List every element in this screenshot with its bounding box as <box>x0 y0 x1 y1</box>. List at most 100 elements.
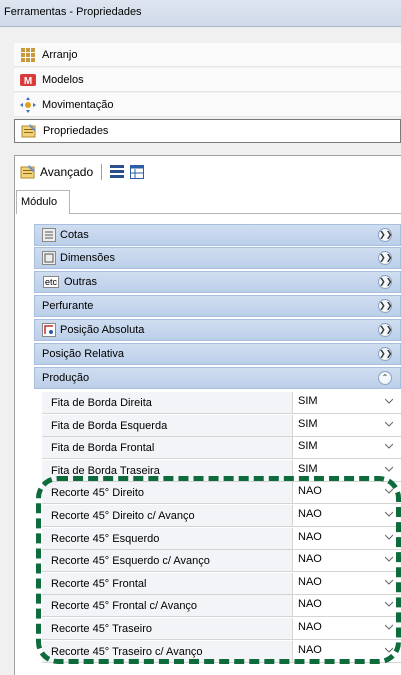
property-row[interactable]: Recorte 45° Frontal NAO <box>42 573 401 595</box>
expand-chevron-icon[interactable]: ❯❯ <box>378 275 392 289</box>
advanced-button[interactable]: Avançado <box>14 165 93 179</box>
expand-chevron-icon[interactable]: ❯❯ <box>378 251 392 265</box>
nav-item-arranjo[interactable]: Arranjo <box>14 43 401 67</box>
chevron-down-icon[interactable] <box>385 533 393 541</box>
categorized-view-icon[interactable] <box>110 165 125 179</box>
property-label: Fita de Borda Direita <box>51 397 152 409</box>
models-icon: M <box>20 72 36 88</box>
category-label: Posição Relativa <box>42 348 124 360</box>
property-value: NAO <box>298 598 322 610</box>
dimensions-ruler-icon <box>42 228 56 242</box>
chevron-down-icon[interactable] <box>385 646 393 654</box>
tab-divider <box>70 213 401 214</box>
expand-chevron-icon[interactable]: ❯❯ <box>378 323 392 337</box>
property-row[interactable]: Recorte 45° Esquerdo c/ Avanço NAO <box>42 550 401 572</box>
property-label: Recorte 45° Frontal c/ Avanço <box>51 600 198 612</box>
category-dimensoes[interactable]: Dimensões ❯❯ <box>34 247 401 269</box>
property-value-dropdown[interactable]: NAO <box>292 505 401 526</box>
chevron-down-icon[interactable] <box>385 420 393 428</box>
category-cotas[interactable]: Cotas ❯❯ <box>34 224 401 246</box>
property-row[interactable]: Recorte 45° Traseiro NAO <box>42 618 401 640</box>
property-value: SIM <box>298 440 318 452</box>
property-value: NAO <box>298 621 322 633</box>
property-value-dropdown[interactable]: SIM <box>292 460 401 481</box>
property-value-dropdown[interactable]: NAO <box>292 550 401 571</box>
property-value: NAO <box>298 644 322 656</box>
property-value-dropdown[interactable]: NAO <box>292 618 401 639</box>
property-value-dropdown[interactable]: NAO <box>292 641 401 662</box>
property-value-dropdown[interactable]: NAO <box>292 528 401 549</box>
property-value-dropdown[interactable]: SIM <box>292 415 401 436</box>
expand-chevron-icon[interactable]: ❯❯ <box>378 228 392 242</box>
property-value: NAO <box>298 576 322 588</box>
property-value: SIM <box>298 463 318 475</box>
window-title-bar: Ferramentas - Propriedades <box>0 0 401 27</box>
position-icon <box>42 323 56 337</box>
chevron-down-icon[interactable] <box>385 600 393 608</box>
property-row[interactable]: Recorte 45° Traseiro c/ Avanço NAO <box>42 641 401 663</box>
property-label: Fita de Borda Esquerda <box>51 420 168 432</box>
category-perfurante[interactable]: Perfurante ❯❯ <box>34 295 401 317</box>
property-value: NAO <box>298 531 322 543</box>
collapse-chevron-icon[interactable]: ⌃ <box>378 371 392 385</box>
property-label: Fita de Borda Frontal <box>51 442 155 454</box>
property-label: Recorte 45° Traseiro c/ Avanço <box>51 646 203 658</box>
tab-label: Módulo <box>21 196 58 208</box>
properties-icon <box>20 165 36 179</box>
alphabetical-view-icon[interactable] <box>130 165 145 179</box>
expand-chevron-icon[interactable]: ❯❯ <box>378 299 392 313</box>
tab-strip: Módulo <box>14 190 401 214</box>
category-producao[interactable]: Produção ⌃ <box>34 367 401 389</box>
property-label: Fita de Borda Traseira <box>51 465 160 477</box>
chevron-down-icon[interactable] <box>385 442 393 450</box>
arrangement-icon <box>20 47 36 63</box>
nav-item-label: Modelos <box>42 73 84 86</box>
property-value-dropdown[interactable]: SIM <box>292 392 401 413</box>
property-value: SIM <box>298 395 318 407</box>
property-row[interactable]: Recorte 45° Frontal c/ Avanço NAO <box>42 595 401 617</box>
property-value: NAO <box>298 485 322 497</box>
category-posicao-relativa[interactable]: Posição Relativa ❯❯ <box>34 343 401 365</box>
expand-chevron-icon[interactable]: ❯❯ <box>378 347 392 361</box>
category-posicao-absoluta[interactable]: Posição Absoluta ❯❯ <box>34 319 401 341</box>
category-label: Dimensões <box>60 252 116 264</box>
tab-modulo[interactable]: Módulo <box>16 190 70 214</box>
property-value: SIM <box>298 418 318 430</box>
category-label: Perfurante <box>42 300 94 312</box>
nav-item-label: Movimentação <box>42 98 114 111</box>
nav-item-modelos[interactable]: M Modelos <box>14 68 401 92</box>
property-value-dropdown[interactable]: NAO <box>292 482 401 503</box>
property-row[interactable]: Recorte 45° Esquerdo NAO <box>42 528 401 550</box>
chevron-down-icon[interactable] <box>385 465 393 473</box>
property-value-dropdown[interactable]: SIM <box>292 437 401 458</box>
chevron-down-icon[interactable] <box>385 487 393 495</box>
chevron-down-icon[interactable] <box>385 397 393 405</box>
category-label: Produção <box>42 372 90 384</box>
property-value-dropdown[interactable]: NAO <box>292 573 401 594</box>
property-row[interactable]: Recorte 45° Direito NAO <box>42 482 401 504</box>
chevron-down-icon[interactable] <box>385 510 393 518</box>
chevron-down-icon[interactable] <box>385 578 393 586</box>
property-row[interactable]: Fita de Borda Direita SIM <box>42 392 401 414</box>
property-label: Recorte 45° Frontal <box>51 578 147 590</box>
property-row[interactable]: Fita de Borda Traseira SIM <box>42 460 401 482</box>
category-label: Cotas <box>60 229 89 241</box>
etc-icon: etc <box>42 276 59 288</box>
nav-item-movimentacao[interactable]: Movimentação <box>14 93 401 117</box>
category-outras[interactable]: etc Outras ❯❯ <box>34 271 401 293</box>
category-label: Outras <box>64 276 98 288</box>
property-row[interactable]: Recorte 45° Direito c/ Avanço NAO <box>42 505 401 527</box>
property-toolbar: Avançado <box>14 160 145 184</box>
nav-item-propriedades[interactable]: Propriedades <box>14 119 401 143</box>
property-row[interactable]: Fita de Borda Frontal SIM <box>42 437 401 459</box>
advanced-label: Avançado <box>40 165 94 179</box>
property-label: Recorte 45° Traseiro <box>51 623 152 635</box>
property-row[interactable]: Fita de Borda Esquerda SIM <box>42 415 401 437</box>
property-label: Recorte 45° Esquerdo <box>51 533 160 545</box>
property-value-dropdown[interactable]: NAO <box>292 595 401 616</box>
svg-text:M: M <box>24 76 32 87</box>
window-title: Ferramentas - Propriedades <box>4 6 142 18</box>
property-value: NAO <box>298 508 322 520</box>
chevron-down-icon[interactable] <box>385 555 393 563</box>
chevron-down-icon[interactable] <box>385 623 393 631</box>
